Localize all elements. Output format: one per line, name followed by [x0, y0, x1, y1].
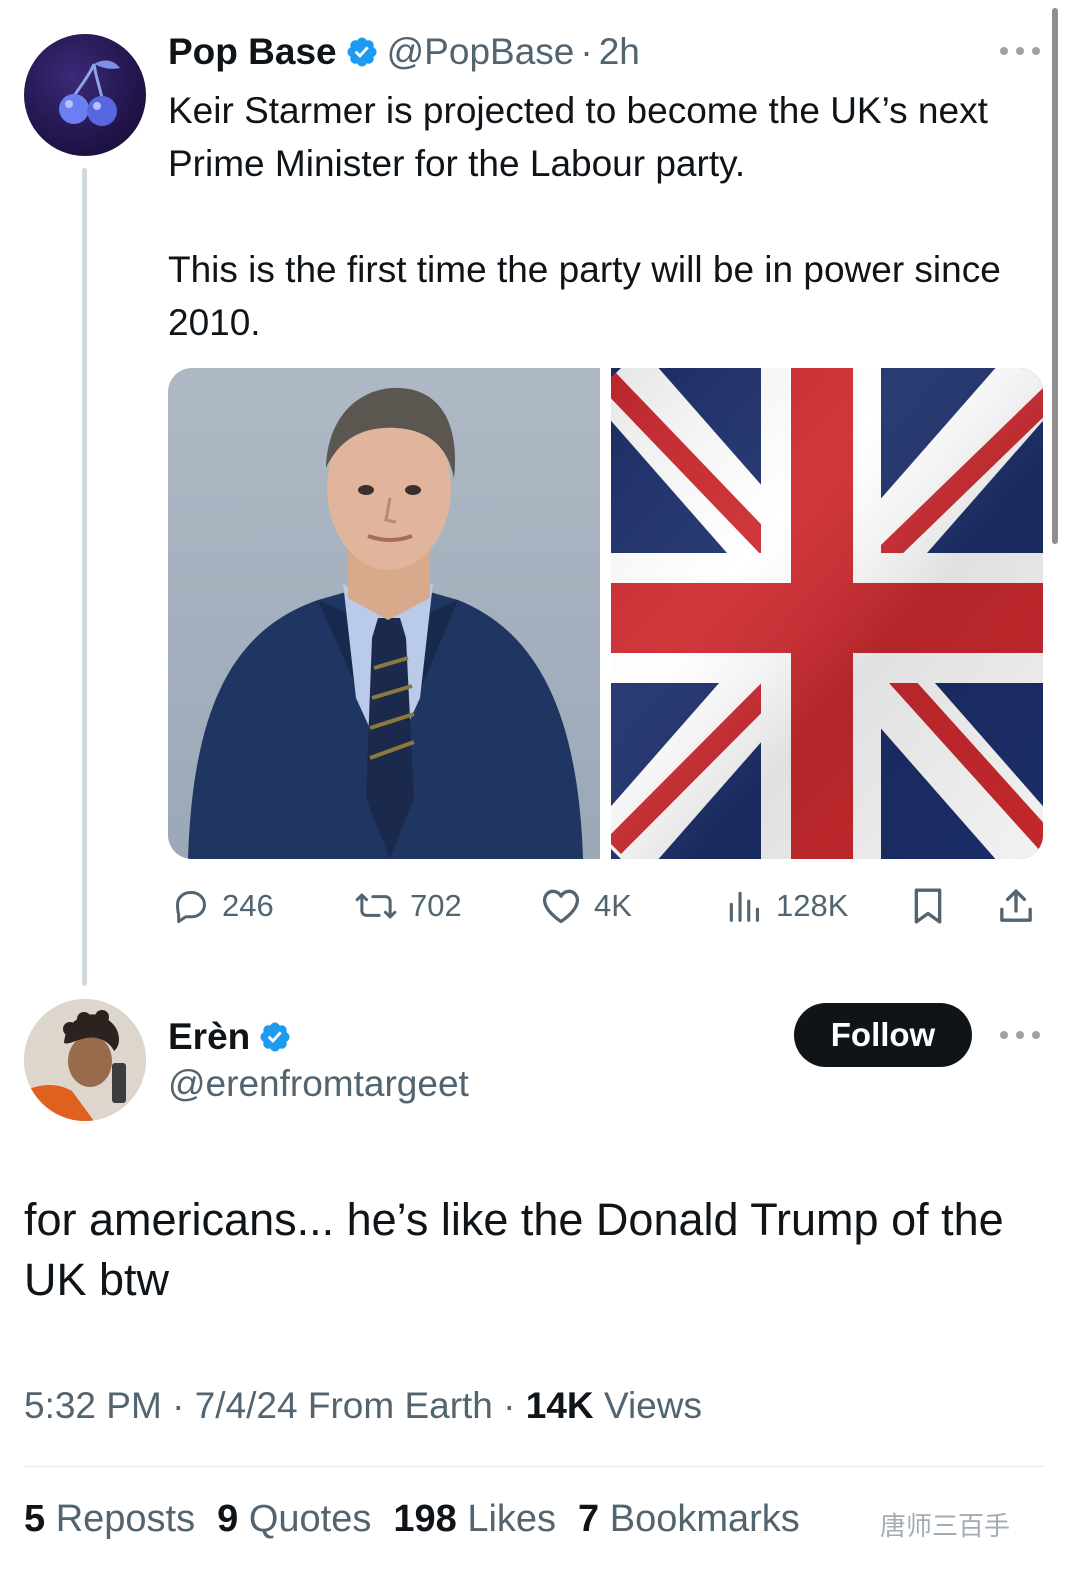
reply-icon: [176, 891, 206, 924]
portrait-photo[interactable]: [168, 368, 600, 859]
portrait-illustration: [188, 387, 583, 859]
reply-header: Erèn: [168, 1014, 300, 1060]
tweet-action-bar: 246 702 4K 128K: [168, 880, 1043, 932]
verified-badge-icon: [347, 37, 377, 67]
tweet-source: From Earth: [307, 1385, 493, 1426]
reposts-stat[interactable]: 5 Reposts: [24, 1498, 195, 1541]
bookmarks-stat[interactable]: 7 Bookmarks: [578, 1498, 800, 1541]
watermark: 唐师三百手: [880, 1511, 1011, 1541]
tweet-date[interactable]: 7/4/24: [195, 1385, 298, 1426]
separator-dot: ·: [503, 1385, 516, 1426]
scrollbar[interactable]: [1052, 8, 1058, 544]
follow-button[interactable]: Follow: [794, 1003, 972, 1067]
like-count: 4K: [594, 888, 632, 923]
reply-author-name[interactable]: Erèn: [168, 1016, 250, 1058]
thread-connector-line: [82, 168, 87, 986]
separator-dot: ·: [172, 1385, 185, 1426]
separator-dot: ·: [580, 31, 593, 72]
views-count: 14K: [525, 1385, 594, 1426]
more-options-icon[interactable]: [1000, 46, 1040, 56]
quotes-stat[interactable]: 9 Quotes: [217, 1498, 371, 1541]
views-label: Views: [603, 1385, 702, 1426]
likes-count: 198: [393, 1498, 457, 1540]
tweet-metadata: 5:32 PM · 7/4/24 From Earth · 14K Views: [24, 1385, 702, 1427]
like-button[interactable]: 4K: [540, 880, 632, 932]
share-button[interactable]: [996, 880, 1036, 932]
likes-stat[interactable]: 198 Likes: [393, 1498, 556, 1541]
bookmarks-label: Bookmarks: [609, 1498, 800, 1540]
reply-count: 246: [222, 888, 274, 923]
quotes-label: Quotes: [248, 1498, 372, 1540]
verified-badge-icon: [260, 1022, 290, 1052]
likes-label: Likes: [467, 1498, 557, 1540]
tweet-paragraph: Keir Starmer is projected to become the …: [168, 90, 988, 184]
media-grid: [168, 368, 1043, 859]
bookmark-icon: [914, 888, 942, 924]
reply-text: for americans... he’s like the Donald Tr…: [24, 1194, 1004, 1305]
cherry-icon: [59, 60, 120, 126]
tweet-paragraph: This is the first time the party will be…: [168, 249, 1001, 343]
analytics-bars-icon: [729, 891, 760, 922]
divider: [24, 1466, 1044, 1467]
reply-button[interactable]: 246: [172, 880, 274, 932]
author-name[interactable]: Pop Base: [168, 31, 337, 73]
repost-count: 702: [410, 888, 462, 923]
views-count: 128K: [776, 888, 849, 923]
bookmarks-count: 7: [578, 1498, 600, 1540]
reposts-label: Reposts: [55, 1498, 196, 1540]
parent-tweet-text: Keir Starmer is projected to become the …: [168, 84, 1028, 349]
tweet-time[interactable]: 2h: [599, 31, 640, 73]
author-handle[interactable]: @PopBase: [387, 31, 575, 73]
repost-icon: [355, 893, 397, 919]
eren-avatar[interactable]: [24, 999, 146, 1121]
quotes-count: 9: [217, 1498, 239, 1540]
parent-tweet-header: Pop Base @PopBase · 2h: [168, 30, 640, 74]
reply-author-handle[interactable]: @erenfromtargeet: [168, 1063, 469, 1105]
more-options-icon[interactable]: [1000, 1030, 1040, 1040]
views-button[interactable]: 128K: [724, 880, 848, 932]
reposts-count: 5: [24, 1498, 46, 1540]
union-jack-flag: [591, 368, 1043, 859]
tweet-timestamp[interactable]: 5:32 PM: [24, 1385, 162, 1426]
heart-icon: [542, 889, 580, 924]
profile-photo: [24, 999, 146, 1121]
bookmark-button[interactable]: [910, 880, 946, 932]
repost-button[interactable]: 702: [354, 880, 462, 932]
pop-base-avatar[interactable]: [24, 34, 146, 156]
union-jack-photo[interactable]: [591, 368, 1043, 859]
share-icon: [1000, 889, 1032, 922]
engagement-stats: 5 Reposts 9 Quotes 198 Likes 7 Bookmarks: [24, 1498, 800, 1541]
